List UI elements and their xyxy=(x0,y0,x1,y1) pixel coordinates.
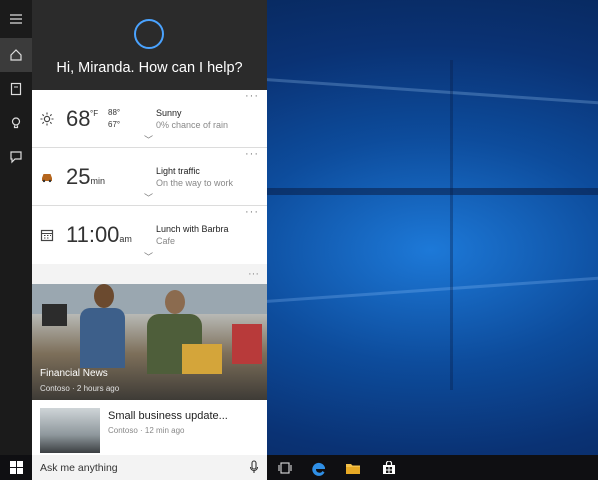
appointment-ampm: am xyxy=(119,234,132,244)
office-window xyxy=(32,284,267,314)
cortana-ring-icon[interactable] xyxy=(134,19,164,49)
calendar-card[interactable]: ··· 11:00am Lunch with Barbra Cafe ﹀ xyxy=(32,206,267,264)
commute-unit: min xyxy=(90,176,105,186)
weather-low: 67° xyxy=(108,120,121,129)
cards-list: ··· 68 °F 88° 67° Sunny 0% chance of rai… xyxy=(32,90,267,264)
weather-high: 88° xyxy=(108,108,121,117)
weather-temp: 68 xyxy=(66,106,91,131)
search-placeholder: Ask me anything xyxy=(40,462,118,474)
more-options-icon[interactable]: ··· xyxy=(245,206,259,218)
article-title: Small business update... xyxy=(108,410,228,422)
article-item[interactable]: Small business update... Contoso · 12 mi… xyxy=(32,400,267,455)
cortana-nav-rail xyxy=(0,0,32,455)
commute-detail: On the way to work xyxy=(156,178,234,188)
commute-condition: Light traffic xyxy=(156,166,200,176)
edge-icon[interactable] xyxy=(310,459,328,477)
article-meta: Contoso · 12 min ago xyxy=(108,426,185,435)
person-shape xyxy=(80,308,125,368)
financial-news-card[interactable]: Financial News Contoso · 2 hours ago xyxy=(32,284,267,400)
microphone-icon[interactable] xyxy=(249,460,259,474)
weather-card[interactable]: ··· 68 °F 88° 67° Sunny 0% chance of rai… xyxy=(32,90,267,148)
person-head-shape xyxy=(94,284,114,308)
file-explorer-icon[interactable] xyxy=(344,459,362,477)
weather-unit: °F xyxy=(90,109,99,118)
chevron-down-icon[interactable]: ﹀ xyxy=(144,133,153,146)
car-icon xyxy=(40,170,54,189)
commute-card[interactable]: ··· 25min Light traffic On the way to wo… xyxy=(32,148,267,206)
commute-minutes: 25min xyxy=(66,164,105,189)
task-view-icon[interactable] xyxy=(276,459,294,477)
weather-detail: 0% chance of rain xyxy=(156,120,229,130)
appointment-location: Cafe xyxy=(156,236,176,246)
more-options-icon[interactable]: ··· xyxy=(245,90,259,102)
windows-start-icon[interactable] xyxy=(0,455,32,480)
store-icon[interactable] xyxy=(380,459,398,477)
monitor-shape xyxy=(42,304,67,326)
calendar-icon xyxy=(40,228,54,247)
home-icon[interactable] xyxy=(0,38,32,72)
search-input[interactable]: Ask me anything xyxy=(32,455,267,480)
news-meta: Contoso · 2 hours ago xyxy=(40,384,120,393)
article-thumbnail xyxy=(40,408,100,453)
cortana-panel: Hi, Miranda. How can I help? ··· 68 °F 8… xyxy=(32,0,267,455)
wallpaper-beam xyxy=(264,274,598,303)
weather-condition: Sunny xyxy=(156,108,182,118)
appointment-title: Lunch with Barbra xyxy=(156,224,229,234)
wallpaper-beam xyxy=(264,78,598,107)
chevron-down-icon[interactable]: ﹀ xyxy=(144,191,153,204)
chevron-down-icon[interactable]: ﹀ xyxy=(144,250,153,263)
lightbulb-icon[interactable] xyxy=(0,106,32,140)
more-options-icon[interactable]: ··· xyxy=(245,148,259,160)
person-head-shape xyxy=(165,290,185,314)
hamburger-icon[interactable] xyxy=(0,0,32,38)
feedback-icon[interactable] xyxy=(0,140,32,174)
wallpaper-beam xyxy=(450,60,453,390)
box-shape xyxy=(182,344,222,374)
notebook-icon[interactable] xyxy=(0,72,32,106)
chair-shape xyxy=(232,324,262,364)
cortana-header: Hi, Miranda. How can I help? xyxy=(32,0,267,90)
more-options-icon[interactable]: ··· xyxy=(248,268,259,280)
weather-high-low: 88° 67° xyxy=(108,107,120,131)
appointment-time: 11:00am xyxy=(66,222,132,247)
taskbar: Ask me anything xyxy=(0,455,598,480)
wallpaper-beam xyxy=(265,188,598,195)
greeting-text: Hi, Miranda. How can I help? xyxy=(56,60,243,76)
news-title: Financial News xyxy=(40,368,108,379)
news-header-strip xyxy=(32,264,267,284)
sun-icon xyxy=(40,112,54,131)
